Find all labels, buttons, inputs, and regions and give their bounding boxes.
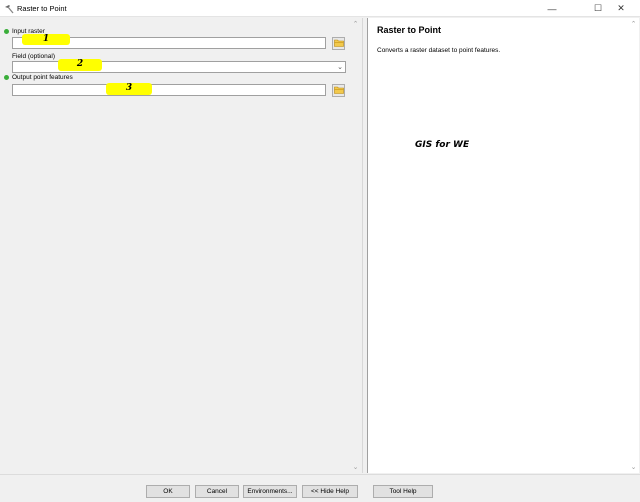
scroll-down-icon[interactable]: ⌄ xyxy=(351,463,360,472)
annotation-marker-2: 2 xyxy=(58,59,102,71)
close-button[interactable]: ✕ xyxy=(603,0,639,17)
help-title: Raster to Point xyxy=(377,25,442,35)
folder-icon xyxy=(333,38,344,49)
required-dot-icon xyxy=(4,29,9,34)
output-features-field[interactable] xyxy=(12,84,326,96)
scroll-down-icon[interactable]: ⌄ xyxy=(629,463,638,472)
cancel-button[interactable]: Cancel xyxy=(195,485,239,498)
output-features-label-text: Output point features xyxy=(12,74,73,81)
output-features-browse-button[interactable] xyxy=(332,84,345,97)
hammer-icon xyxy=(4,4,14,14)
parameters-scrollbar[interactable]: ⌃ ⌄ xyxy=(351,20,360,472)
output-features-label: Output point features xyxy=(4,74,73,81)
tool-help-button[interactable]: Tool Help xyxy=(373,485,433,498)
help-scrollbar[interactable]: ⌃ ⌄ xyxy=(629,20,638,472)
chevron-down-icon: ⌄ xyxy=(337,64,343,71)
title-bar: Raster to Point — ☐ ✕ xyxy=(0,0,640,17)
field-label-text: Field (optional) xyxy=(12,53,55,60)
annotation-marker-1: 1 xyxy=(22,34,70,45)
ok-button[interactable]: OK xyxy=(146,485,190,498)
scroll-up-icon[interactable]: ⌃ xyxy=(629,20,638,29)
folder-icon xyxy=(333,85,344,96)
watermark-text: GIS for WE xyxy=(415,140,470,150)
scroll-up-icon[interactable]: ⌃ xyxy=(351,20,360,29)
hide-help-button[interactable]: << Hide Help xyxy=(302,485,358,498)
help-description: Converts a raster dataset to point featu… xyxy=(377,47,501,54)
annotation-marker-3: 3 xyxy=(106,83,152,95)
button-bar: OK Cancel Environments... << Hide Help T… xyxy=(0,474,640,502)
environments-button[interactable]: Environments... xyxy=(243,485,297,498)
minimize-button[interactable]: — xyxy=(534,0,570,17)
field-label: Field (optional) xyxy=(12,53,55,60)
required-dot-icon xyxy=(4,75,9,80)
window-title: Raster to Point xyxy=(17,4,67,13)
input-raster-browse-button[interactable] xyxy=(332,37,345,50)
help-pane: Raster to Point Converts a raster datase… xyxy=(367,18,639,473)
parameters-pane: Input raster 1 Field (optional) ⌄ 2 Outp… xyxy=(0,18,363,473)
